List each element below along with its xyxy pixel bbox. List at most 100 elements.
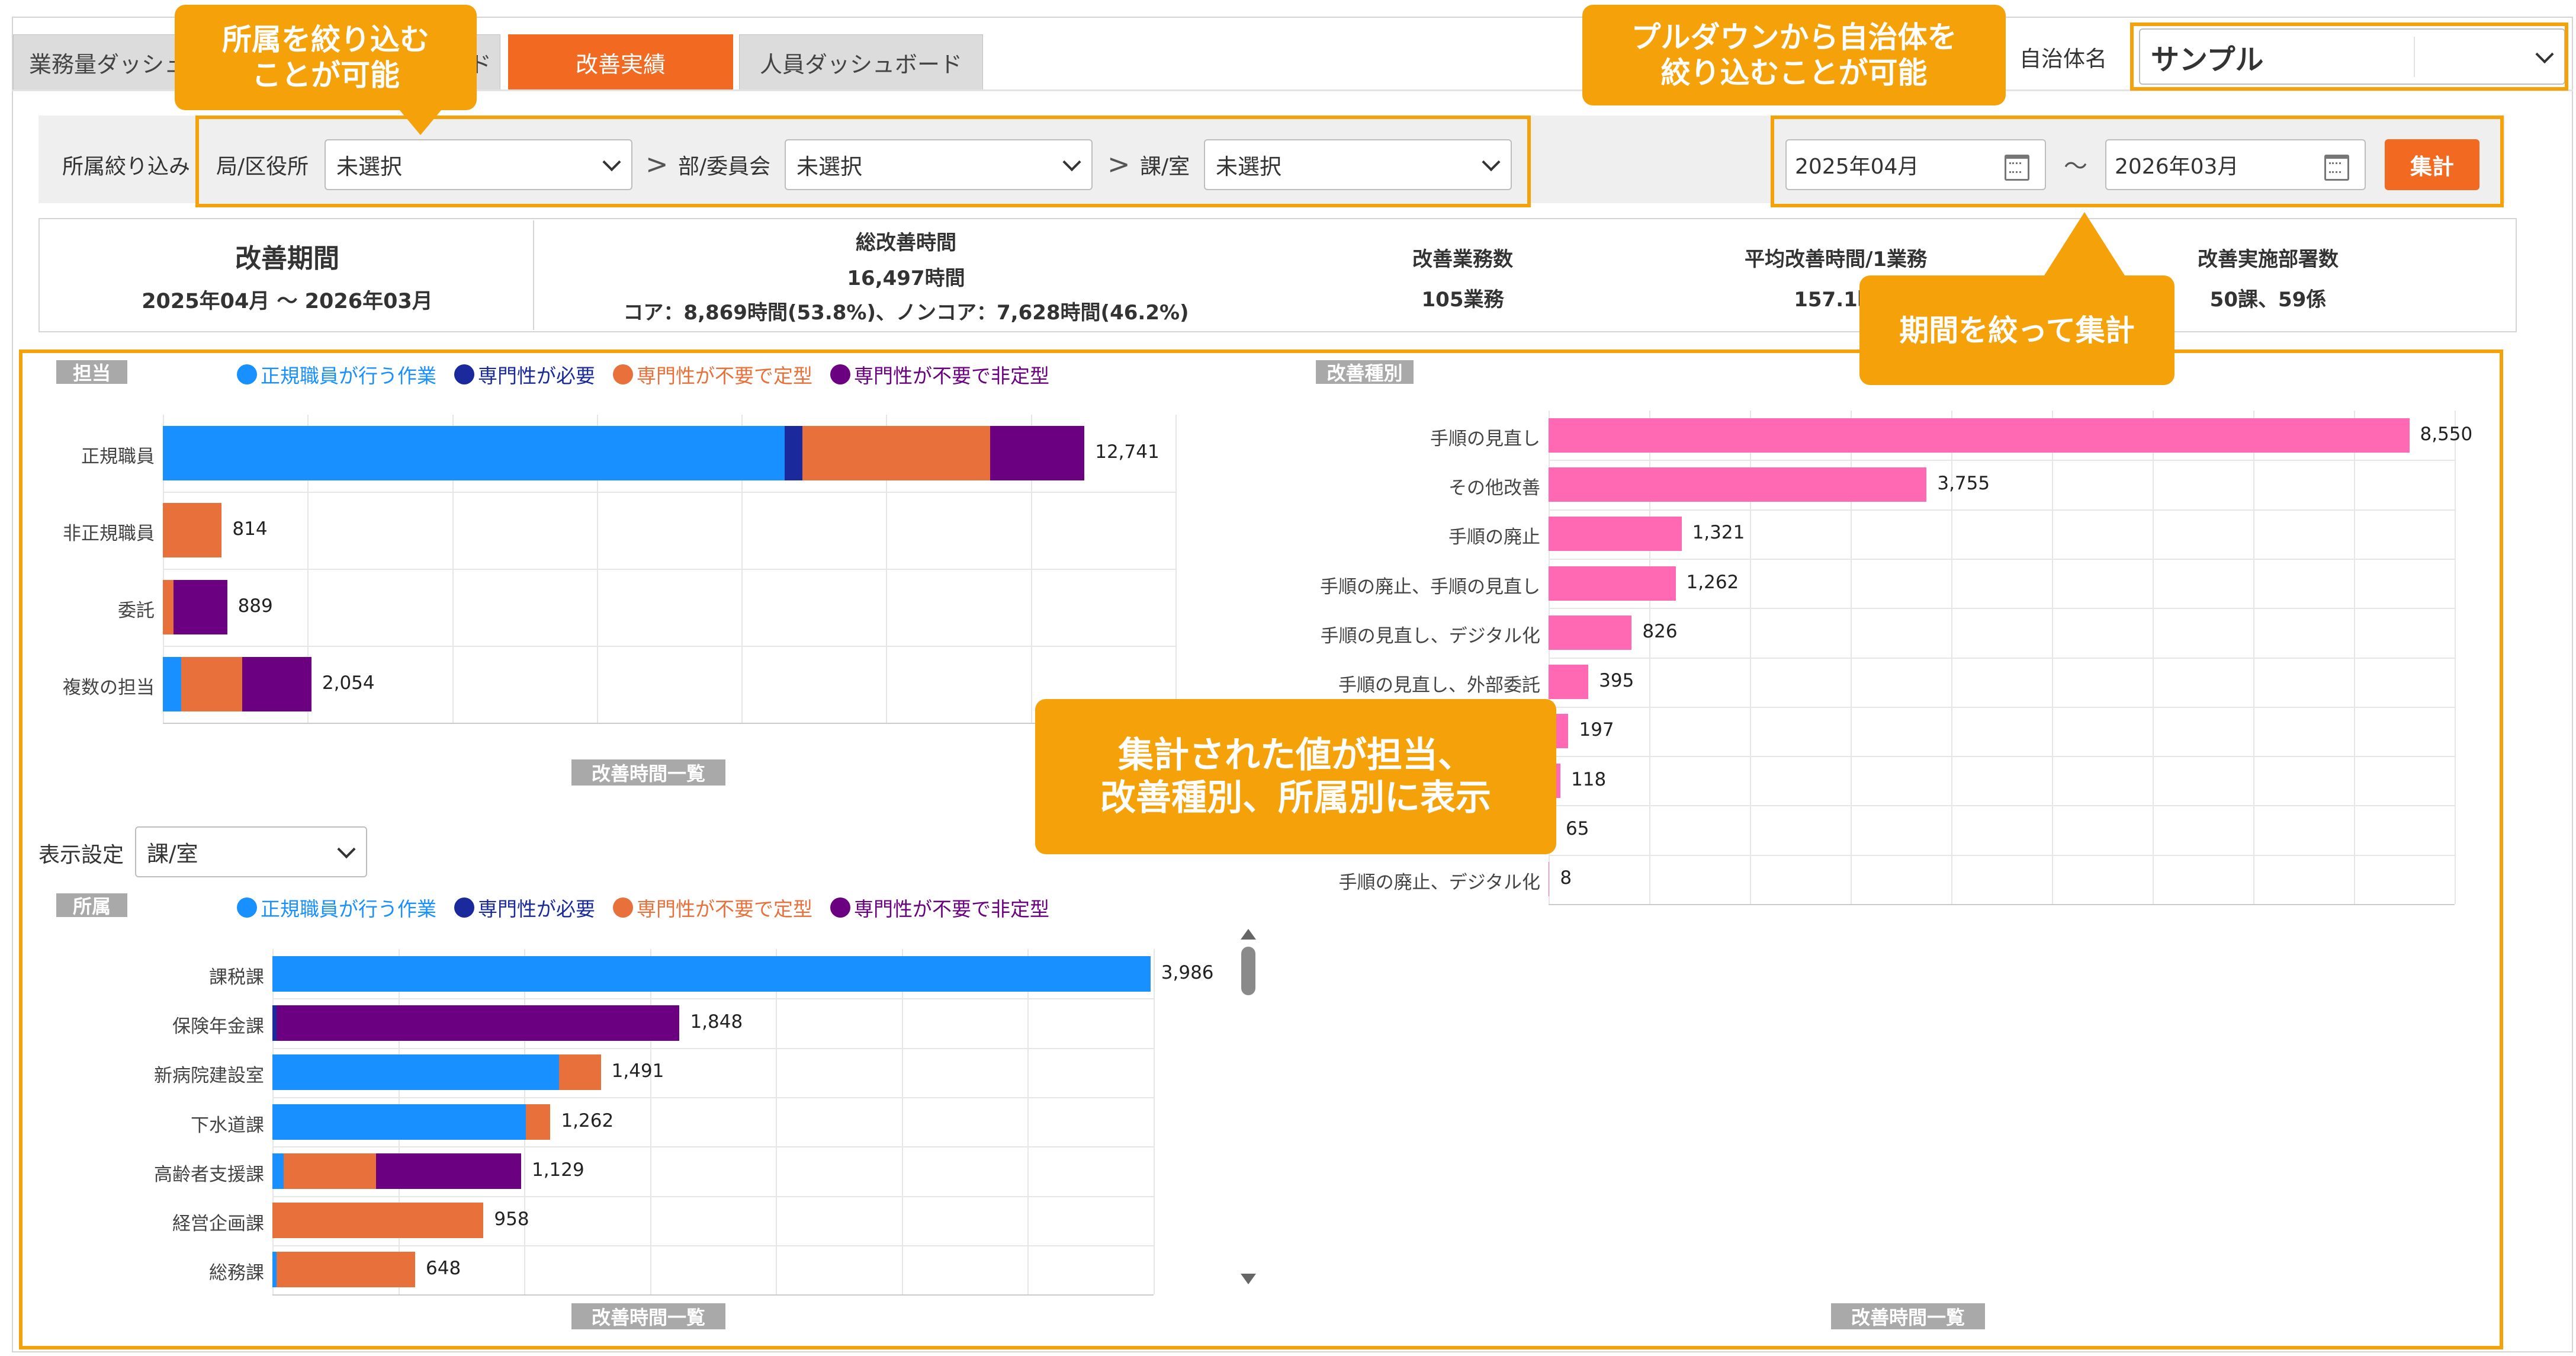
grid-line	[272, 998, 1154, 1000]
value-label: 826	[1642, 620, 1678, 642]
value-label: 3,755	[1937, 472, 1990, 494]
period-title: 改善期間	[235, 243, 339, 274]
scroll-down-icon[interactable]	[1241, 1274, 1256, 1284]
tab-improvement-results[interactable]: 改善実績	[508, 34, 733, 89]
value-label: 65	[1566, 818, 1589, 840]
bar	[1549, 467, 1927, 502]
value-label: 395	[1599, 670, 1634, 692]
value-label: 1,129	[531, 1159, 584, 1181]
period-highlight	[1771, 116, 2504, 207]
grid-line	[272, 1047, 1154, 1049]
grid-line	[272, 1195, 1154, 1197]
bar	[1549, 665, 1589, 700]
category-label: 総務課	[209, 1262, 264, 1284]
bar-segment	[163, 657, 181, 711]
tab-workload-dashboard[interactable]: 業務量ダッシュ	[13, 34, 203, 89]
bar-segment	[163, 503, 222, 557]
summary-divider	[533, 220, 534, 330]
list-button-2[interactable]: 改善時間一覧	[571, 1303, 725, 1329]
bar-segment	[272, 1252, 277, 1288]
grid-line	[1549, 460, 2455, 461]
legend-item: 専門性が必要	[454, 360, 595, 389]
grid-line	[2455, 411, 2456, 904]
callout-display: 集計された値が担当、 改善種別、所属別に表示	[1035, 699, 1556, 854]
value-label: 8,550	[2420, 423, 2473, 445]
chart-title-department: 所属	[56, 893, 127, 918]
list-button-1[interactable]: 改善時間一覧	[571, 759, 725, 786]
grid-line	[1175, 415, 1177, 723]
value-label: 3,986	[1161, 961, 1214, 983]
scroll-up-icon[interactable]	[1241, 929, 1256, 940]
category-label: 複数の担当	[63, 677, 155, 698]
value-label: 889	[237, 595, 273, 617]
tab-staff-dashboard[interactable]: 人員ダッシュボード	[739, 34, 983, 89]
category-label: 下水道課	[191, 1114, 264, 1136]
filter-title: 所属絞り込み	[62, 155, 191, 179]
callout-period: 期間を絞って集計	[1859, 275, 2174, 385]
dept-filter-highlight	[195, 116, 1531, 207]
avg-title: 平均改善時間/1業務	[1744, 248, 1928, 271]
category-label: 課税課	[209, 966, 264, 988]
value-label: 648	[426, 1258, 461, 1280]
category-label: その他改善	[1448, 477, 1540, 499]
bar	[1549, 566, 1676, 601]
list-button-3[interactable]: 改善時間一覧	[1831, 1303, 1985, 1329]
legend-assignee: 正規職員が行う作業 専門性が必要 専門性が不要で定型 専門性が不要で非定型	[237, 360, 1049, 389]
value-label: 1,848	[690, 1011, 743, 1033]
bar	[1549, 418, 2410, 453]
grid-line	[1549, 657, 2455, 659]
bar-segment	[272, 956, 1151, 992]
grid-line	[163, 492, 1175, 493]
legend-dot-icon	[454, 364, 474, 384]
total-value: 16,497時間	[847, 267, 965, 290]
value-label: 1,262	[1686, 571, 1739, 593]
legend-dot-icon	[237, 897, 257, 918]
grid-line	[1549, 558, 2455, 560]
depts-title: 改善実施部署数	[2198, 248, 2339, 271]
category-label: 手順の見直し、デジタル化	[1320, 625, 1540, 647]
grid-line	[272, 1245, 1154, 1246]
legend-item: 正規職員が行う作業	[237, 360, 436, 389]
bar-segment	[272, 1153, 284, 1189]
value-label: 197	[1579, 719, 1614, 741]
category-label: 正規職員	[81, 446, 155, 467]
legend-item: 専門性が必要	[454, 893, 595, 922]
bar	[1549, 615, 1632, 650]
grid-line	[901, 949, 903, 1295]
bar-segment	[163, 426, 785, 480]
callout-dept-filter: 所属を絞り込む ことが可能	[175, 5, 477, 110]
grid-line	[1549, 854, 2455, 856]
category-label: 手順の見直し、外部委託	[1338, 675, 1540, 697]
legend-dot-icon	[613, 897, 633, 918]
legend-item: 正規職員が行う作業	[237, 893, 436, 922]
callout-municipality: プルダウンから自治体を 絞り込むことが可能	[1582, 5, 2006, 105]
scrollbar-thumb[interactable]	[1241, 947, 1255, 995]
bar-segment	[242, 657, 311, 711]
bar-segment	[272, 1203, 484, 1239]
legend-item: 専門性が不要で定型	[613, 893, 812, 922]
count-value: 105業務	[1421, 288, 1504, 312]
bar-segment	[785, 426, 802, 480]
grid-line	[272, 1097, 1154, 1098]
bar-segment	[277, 1005, 680, 1041]
display-setting-select[interactable]: 課/室	[135, 826, 367, 877]
category-label: 経営企画課	[172, 1213, 264, 1235]
period-value: 2025年04月 〜 2026年03月	[142, 290, 433, 313]
value-label: 2,054	[322, 672, 375, 694]
grid-line	[1549, 509, 2455, 511]
legend-dot-icon	[613, 364, 633, 384]
callout-pointer	[2043, 212, 2126, 277]
municipality-label: 自治体名	[2019, 46, 2107, 72]
chart-title-assignee: 担当	[56, 360, 127, 384]
bar-segment	[990, 426, 1085, 480]
grid-line	[1549, 706, 2455, 708]
legend-item: 専門性が不要で非定型	[830, 893, 1049, 922]
value-label: 118	[1571, 768, 1607, 790]
legend-item: 専門性が不要で定型	[613, 360, 812, 389]
depts-value: 50課、59係	[2209, 288, 2327, 312]
grid-line	[1027, 949, 1029, 1295]
category-label: 手順の廃止、手順の見直し	[1320, 576, 1540, 598]
bar-segment	[525, 1104, 551, 1140]
bar-segment	[277, 1252, 416, 1288]
category-label: 委託	[118, 600, 155, 621]
